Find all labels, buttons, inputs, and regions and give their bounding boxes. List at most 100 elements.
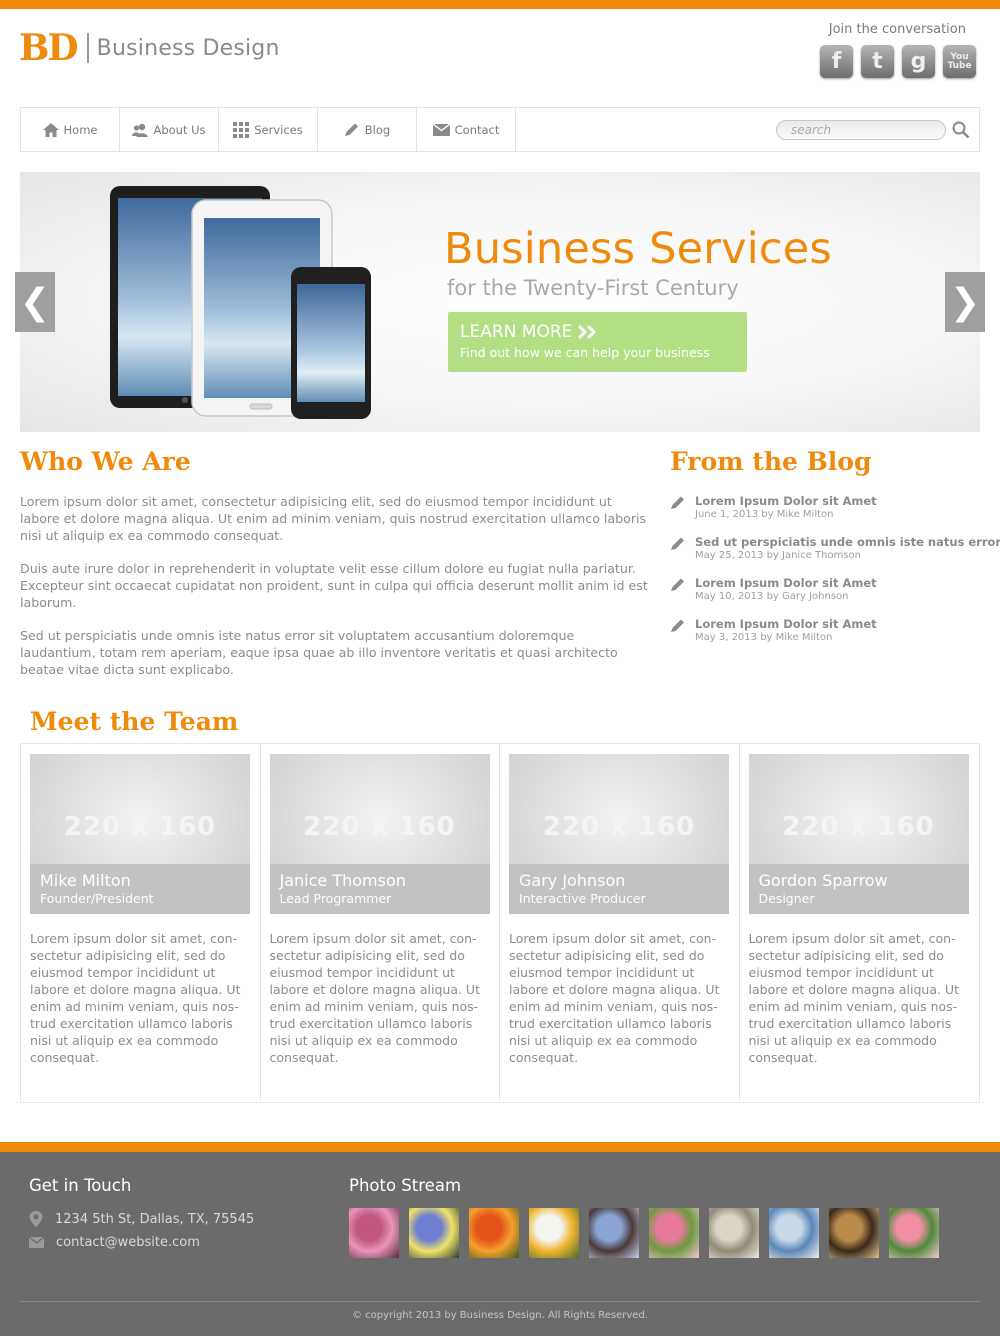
team-member-card: 220 x 160 Janice Thomson Lead Programmer… [261, 744, 500, 1102]
google-icon[interactable]: g [902, 45, 935, 78]
branches-sky-photo[interactable] [589, 1208, 639, 1258]
member-role: Founder/President [40, 891, 154, 906]
nav-label-home: Home [63, 122, 98, 137]
nav-label-blog: Blog [364, 122, 391, 137]
team-member-card: 220 x 160 Mike Milton Founder/President … [21, 744, 261, 1102]
figurine-photo[interactable] [769, 1208, 819, 1258]
blog-post-title[interactable]: Lorem Ipsum Dolor sit Amet [695, 576, 877, 590]
hero-banner: Business Services for the Twenty-First C… [20, 172, 980, 432]
social-links: f t g You Tube [820, 45, 976, 78]
member-role: Lead Programmer [279, 891, 392, 906]
facebook-icon[interactable]: f [820, 45, 853, 78]
pink-blossom-photo[interactable] [349, 1208, 399, 1258]
member-bio: Lorem ipsum dolor sit amet, con-sectetur… [748, 931, 960, 1065]
home-icon [42, 122, 59, 137]
member-photo-placeholder: 220 x 160 Gordon Sparrow Designer [748, 754, 969, 914]
top-accent-bar [0, 0, 1000, 9]
blog-post-title[interactable]: Lorem Ipsum Dolor sit Amet [695, 494, 877, 508]
photo-stream-heading: Photo Stream [349, 1176, 462, 1195]
copyright-text: © copyright 2013 by Business Design. All… [352, 1310, 648, 1321]
iris-photo[interactable] [409, 1208, 459, 1258]
slider-next-button[interactable]: ❯ [945, 272, 985, 332]
double-chevron-icon [578, 325, 597, 339]
cta-title: LEARN MORE [460, 322, 573, 342]
cta-text: Find out how we can help your business [460, 345, 710, 360]
member-caption: Gordon Sparrow Designer [748, 864, 969, 914]
facebook-glyph: f [831, 49, 842, 74]
team-member-card: 220 x 160 Gordon Sparrow Designer Lorem … [740, 744, 980, 1102]
member-photo-placeholder: 220 x 160 Janice Thomson Lead Programmer [269, 754, 490, 914]
who-paragraph: Duis aute irure dolor in reprehenderit i… [20, 561, 648, 610]
member-caption: Gary Johnson Interactive Producer [509, 864, 729, 914]
team-grid: 220 x 160 Mike Milton Founder/President … [20, 743, 980, 1103]
member-bio: Lorem ipsum dolor sit amet, con-sectetur… [30, 931, 241, 1065]
footer-accent-bar [0, 1142, 1000, 1152]
flamingo-photo[interactable] [889, 1208, 939, 1258]
logo-text: Business Design [96, 35, 280, 61]
member-name: Janice Thomson [279, 871, 406, 890]
statue-photo[interactable] [709, 1208, 759, 1258]
location-pin-icon [29, 1211, 43, 1227]
search-input[interactable]: search [776, 120, 946, 140]
blog-post-title[interactable]: Lorem Ipsum Dolor sit Amet [695, 617, 877, 631]
join-conversation-label: Join the conversation [828, 22, 966, 37]
twitter-icon[interactable]: t [861, 45, 894, 78]
footer-divider [20, 1301, 980, 1302]
google-glyph: g [910, 49, 927, 74]
slider-prev-button[interactable]: ❮ [15, 272, 55, 332]
nav-item-home[interactable]: Home [21, 108, 120, 151]
twitter-glyph: t [872, 49, 883, 74]
placeholder-size-label: 220 x 160 [303, 812, 456, 842]
member-role: Designer [758, 891, 815, 906]
search-icon[interactable] [952, 121, 970, 139]
address-text: 1234 5th St, Dallas, TX, 75545 [55, 1211, 255, 1227]
blog-post-meta: May 25, 2013 by Janice Thomson [695, 550, 862, 561]
pencil-icon [671, 537, 684, 550]
nav-label-contact: Contact [454, 122, 500, 137]
nav-item-contact[interactable]: Contact [417, 108, 516, 151]
member-bio: Lorem ipsum dolor sit amet, con-sectetur… [269, 931, 481, 1065]
nav-item-services[interactable]: Services [219, 108, 318, 151]
member-name: Gordon Sparrow [758, 871, 888, 890]
email-line[interactable]: contact@website.com [29, 1235, 200, 1250]
get-in-touch-heading: Get in Touch [29, 1176, 132, 1195]
photo-stream [349, 1208, 939, 1258]
users-icon [132, 123, 148, 137]
mail-icon [432, 123, 450, 136]
placeholder-size-label: 220 x 160 [782, 812, 935, 842]
blog-post-meta: June 1, 2013 by Mike Milton [695, 509, 834, 520]
blog-post-meta: May 3, 2013 by Mike Milton [695, 632, 833, 643]
member-caption: Janice Thomson Lead Programmer [269, 864, 490, 914]
member-bio: Lorem ipsum dolor sit amet, con-sectetur… [509, 931, 720, 1065]
nav-item-about[interactable]: About Us [120, 108, 219, 151]
member-name: Mike Milton [40, 871, 131, 890]
learn-more-button[interactable]: LEARN MORE Find out how we can help your… [448, 312, 747, 372]
tulips-orange-photo[interactable] [469, 1208, 519, 1258]
tulips-pink-photo[interactable] [649, 1208, 699, 1258]
nav-label-about: About Us [153, 122, 206, 137]
address-line: 1234 5th St, Dallas, TX, 75545 [29, 1211, 254, 1227]
nav-item-blog[interactable]: Blog [318, 108, 417, 151]
mail-icon [29, 1237, 44, 1248]
chevron-left-icon: ❮ [19, 281, 51, 323]
logo-divider [86, 33, 89, 63]
youtube-icon[interactable]: You Tube [943, 45, 976, 78]
member-role: Interactive Producer [519, 891, 646, 906]
main-nav: Home About Us Services Blog Contact sear… [20, 107, 980, 152]
footer: Get in Touch 1234 5th St, Dallas, TX, 75… [0, 1152, 1000, 1336]
nav-label-services: Services [254, 122, 303, 137]
email-link[interactable]: contact@website.com [56, 1235, 200, 1250]
pencil-icon [671, 619, 684, 632]
pencil-icon [344, 123, 358, 136]
cheetah-photo[interactable] [829, 1208, 879, 1258]
meet-the-team-heading: Meet the Team [30, 707, 239, 736]
logo[interactable]: BD Business Design [19, 30, 280, 66]
who-paragraph: Lorem ipsum dolor sit amet, consectetur … [20, 494, 647, 543]
member-photo-placeholder: 220 x 160 Mike Milton Founder/President [30, 754, 250, 914]
blog-post-title[interactable]: Sed ut perspiciatis unde omnis iste natu… [695, 535, 1000, 549]
devices-illustration [110, 186, 371, 419]
team-member-card: 220 x 160 Gary Johnson Interactive Produ… [500, 744, 740, 1102]
daffodil-photo[interactable] [529, 1208, 579, 1258]
blog-post-meta: May 10, 2013 by Gary Johnson [695, 591, 849, 602]
hero-subtitle: for the Twenty-First Century [447, 276, 739, 300]
